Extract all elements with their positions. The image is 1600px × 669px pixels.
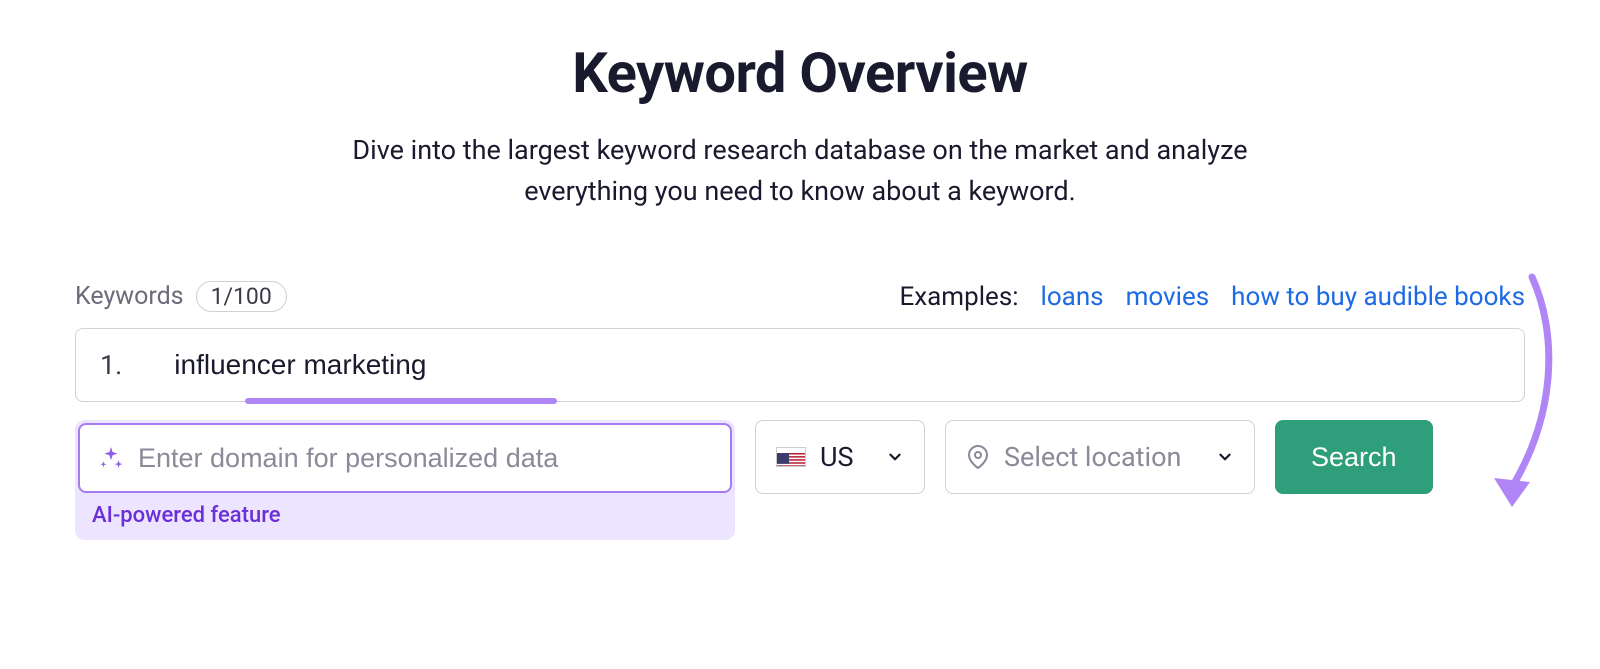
example-link-loans[interactable]: loans xyxy=(1041,282,1104,312)
keyword-input[interactable] xyxy=(174,349,1500,381)
domain-input[interactable] xyxy=(138,443,712,474)
country-select[interactable]: US xyxy=(755,420,925,494)
location-pin-icon xyxy=(966,445,990,469)
example-link-audible[interactable]: how to buy audible books xyxy=(1231,282,1525,312)
country-code: US xyxy=(820,441,854,473)
keywords-meta-row: Keywords 1/100 Examples: loans movies ho… xyxy=(75,281,1525,312)
page-subtitle: Dive into the largest keyword research d… xyxy=(310,130,1290,211)
controls-row: AI-powered feature US Select location xyxy=(75,420,1525,540)
domain-input-wrap[interactable] xyxy=(78,423,732,493)
keywords-label-group: Keywords 1/100 xyxy=(75,281,287,312)
chevron-down-icon xyxy=(886,448,904,466)
example-link-movies[interactable]: movies xyxy=(1126,282,1210,312)
keyword-index: 1. xyxy=(100,349,122,381)
location-select[interactable]: Select location xyxy=(945,420,1255,494)
ai-caption: AI-powered feature xyxy=(78,493,732,530)
keywords-count-pill: 1/100 xyxy=(196,281,287,312)
keyword-input-row[interactable]: 1. xyxy=(75,328,1525,402)
chevron-down-icon xyxy=(1216,448,1234,466)
keyword-highlight-underline xyxy=(245,398,557,404)
us-flag-icon xyxy=(776,447,806,467)
search-button[interactable]: Search xyxy=(1275,420,1433,494)
location-placeholder: Select location xyxy=(1004,441,1181,473)
examples-label: Examples: xyxy=(899,282,1018,312)
sparkle-icon xyxy=(98,445,124,471)
keywords-label: Keywords xyxy=(75,282,184,311)
ai-domain-block: AI-powered feature xyxy=(75,420,735,540)
examples-group: Examples: loans movies how to buy audibl… xyxy=(899,282,1525,312)
page-title: Keyword Overview xyxy=(75,40,1525,106)
